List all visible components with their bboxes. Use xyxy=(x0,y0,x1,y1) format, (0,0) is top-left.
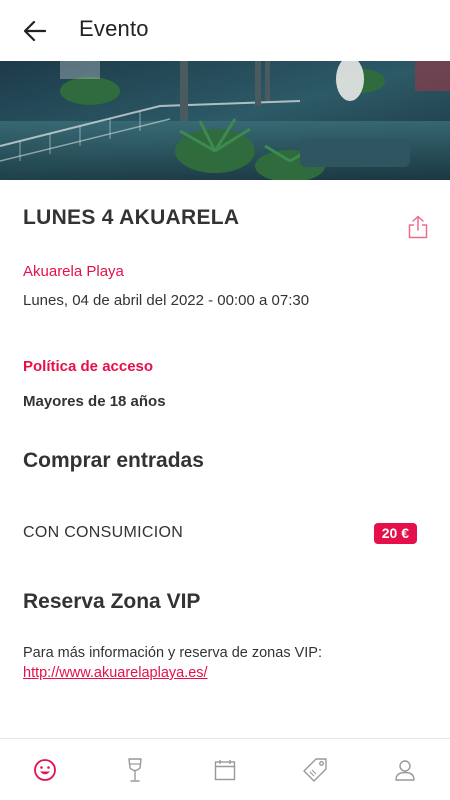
nav-item-profile[interactable] xyxy=(360,739,450,800)
app-bar: Evento xyxy=(0,0,450,61)
nav-item-events[interactable] xyxy=(0,739,90,800)
page-title: Evento xyxy=(79,16,149,41)
tag-icon xyxy=(303,757,327,782)
bottom-navigation xyxy=(0,738,450,800)
event-date: Lunes, 04 de abril del 2022 - 00:00 a 07… xyxy=(23,292,310,309)
user-icon xyxy=(395,759,415,781)
nav-item-offers[interactable] xyxy=(270,739,360,800)
event-title: LUNES 4 AKUARELA xyxy=(23,206,240,229)
access-policy-value: Mayores de 18 años xyxy=(23,393,166,410)
ticket-option[interactable]: CON CONSUMICION 20 € xyxy=(23,518,417,548)
vip-website-link[interactable]: http://www.akuarelaplaya.es/ xyxy=(23,665,208,681)
arrow-left-icon xyxy=(24,21,46,41)
nav-item-drinks[interactable] xyxy=(90,739,180,800)
event-venue-link[interactable]: Akuarela Playa xyxy=(23,263,124,280)
back-button[interactable] xyxy=(20,17,50,45)
share-button[interactable] xyxy=(407,215,431,241)
nav-item-calendar[interactable] xyxy=(180,739,270,800)
price-badge: 20 € xyxy=(373,522,417,544)
wine-glass-icon xyxy=(128,757,142,782)
ticket-name: CON CONSUMICION xyxy=(23,524,184,541)
smiley-icon xyxy=(34,758,56,781)
vip-reservation-title: Reserva Zona VIP xyxy=(23,590,201,613)
buy-tickets-title: Comprar entradas xyxy=(23,449,204,472)
share-icon xyxy=(408,215,428,239)
calendar-icon xyxy=(214,759,236,780)
vip-info-text: Para más información y reserva de zonas … xyxy=(23,645,322,661)
access-policy-label: Política de acceso xyxy=(23,358,154,375)
venue-photo xyxy=(0,61,450,180)
event-hero-image xyxy=(0,61,450,180)
